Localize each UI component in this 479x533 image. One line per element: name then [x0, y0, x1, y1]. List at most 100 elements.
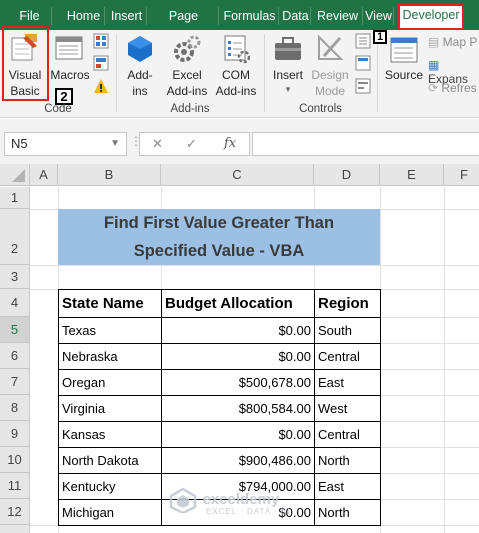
design-mode-icon	[318, 34, 344, 60]
formula-bar: N5 ▼ ⋮ ✕ ✓ fx	[0, 119, 479, 167]
cell-state[interactable]: Kansas	[58, 421, 162, 448]
map-properties-button[interactable]: ▤ Map P	[428, 35, 477, 49]
xml-source-icon	[390, 37, 418, 63]
properties-icon[interactable]	[355, 33, 371, 49]
column-header-c[interactable]: C	[161, 164, 314, 186]
row-header-5[interactable]: 5	[0, 317, 30, 343]
header-state-name[interactable]: State Name	[58, 289, 162, 318]
enter-icon[interactable]: ✓	[186, 136, 197, 152]
name-box[interactable]: N5 ▼	[4, 132, 127, 156]
add-ins-button[interactable]: Add- ins	[120, 30, 160, 100]
row-header-7[interactable]: 7	[0, 369, 30, 395]
map-properties-label: Map P	[442, 35, 478, 49]
name-box-value: N5	[11, 136, 28, 151]
column-header-a[interactable]: A	[30, 164, 58, 186]
row-header-9[interactable]: 9	[0, 421, 30, 447]
tab-developer[interactable]: Developer	[398, 4, 464, 30]
table-row: Nebraska $0.00 Central	[58, 343, 381, 370]
watermark-tagline: EXCEL · DATA · BI	[206, 507, 291, 516]
chevron-down-icon: ▾	[285, 84, 291, 94]
formula-input[interactable]	[252, 132, 479, 156]
tab-formulas[interactable]: Formulas	[221, 7, 279, 25]
cell-state[interactable]: North Dakota	[58, 447, 162, 474]
cell-state[interactable]: Virginia	[58, 395, 162, 422]
insert-controls-label: Insert	[272, 68, 303, 82]
tab-review[interactable]: Review	[313, 7, 363, 25]
row-header-2[interactable]: 2	[0, 209, 30, 265]
chevron-down-icon[interactable]: ▼	[110, 133, 120, 155]
cell-state[interactable]: Texas	[58, 317, 162, 344]
group-separator	[264, 34, 265, 112]
add-ins-label-1: Add-	[127, 68, 153, 82]
refresh-data-button[interactable]: ⟳ Refres	[428, 81, 477, 95]
source-button[interactable]: Source	[382, 30, 426, 100]
cell-state[interactable]: Oregan	[58, 369, 162, 396]
cell-state[interactable]: Michigan	[58, 499, 162, 526]
row-header-6[interactable]: 6	[0, 343, 30, 369]
add-ins-group-label: Add-ins	[170, 103, 210, 115]
cell-budget[interactable]: $900,486.00	[161, 447, 315, 474]
cell-budget[interactable]: $500,678.00	[161, 369, 315, 396]
ribbon-developer: Visual Basic Macros 2 Code Add- ins Exce…	[0, 26, 479, 118]
excel-add-ins-button[interactable]: Excel Add-ins	[163, 30, 211, 100]
cell-budget[interactable]: $800,584.00	[161, 395, 315, 422]
tab-insert[interactable]: Insert	[107, 7, 147, 25]
tab-view[interactable]: View	[364, 7, 394, 25]
insert-controls-button[interactable]: Insert ▾	[268, 30, 308, 100]
cancel-icon[interactable]: ✕	[152, 136, 163, 152]
row-header-11[interactable]: 11	[0, 473, 30, 499]
com-add-ins-button[interactable]: COM Add-ins	[212, 30, 260, 100]
cell-budget[interactable]: $0.00	[161, 317, 315, 344]
row-header-3[interactable]: 3	[0, 265, 30, 289]
design-mode-button[interactable]: Design Mode	[308, 30, 352, 100]
select-all-corner[interactable]	[0, 164, 30, 186]
refresh-data-label: Refres	[441, 81, 477, 95]
row-header-12[interactable]: 12	[0, 499, 30, 525]
record-macro-icon[interactable]	[93, 33, 109, 49]
insert-function-icon[interactable]: fx	[224, 136, 236, 151]
code-group-label: Code	[44, 103, 72, 115]
store-icon	[128, 36, 152, 62]
row-header-4[interactable]: 4	[0, 289, 30, 317]
watermark-logo-icon	[169, 487, 197, 515]
row-header-8[interactable]: 8	[0, 395, 30, 421]
tab-page-layout[interactable]: Page Layout	[149, 7, 219, 25]
row-header-13[interactable]	[0, 525, 30, 533]
table-row: Texas $0.00 South	[58, 317, 381, 344]
cell-budget[interactable]: $0.00	[161, 421, 315, 448]
table-row: Virginia $800,584.00 West	[58, 395, 381, 422]
column-header-b[interactable]: B	[58, 164, 161, 186]
toolbox-icon	[275, 37, 301, 60]
macro-security-icon[interactable]	[93, 78, 109, 94]
relative-references-icon[interactable]	[93, 55, 109, 71]
cell-region[interactable]: East	[314, 369, 381, 396]
macros-icon	[55, 36, 83, 60]
column-header-e[interactable]: E	[380, 164, 444, 186]
cell-region[interactable]: Central	[314, 343, 381, 370]
cell-region[interactable]: North	[314, 447, 381, 474]
cell-state[interactable]: Kentucky	[58, 473, 162, 500]
view-code-icon[interactable]	[355, 55, 371, 71]
cell-region[interactable]: South	[314, 317, 381, 344]
formula-buttons: ✕ ✓ fx	[139, 132, 250, 156]
cell-state[interactable]: Nebraska	[58, 343, 162, 370]
header-budget-allocation[interactable]: Budget Allocation	[161, 289, 315, 318]
header-region[interactable]: Region	[314, 289, 381, 318]
design-mode-label-1: Design	[311, 68, 349, 82]
column-header-d[interactable]: D	[314, 164, 380, 186]
tab-home[interactable]: Home	[63, 7, 105, 25]
sheet-title-cell[interactable]: Find First Value Greater Than Specified …	[58, 209, 380, 265]
cell-region[interactable]: East	[314, 473, 381, 500]
cell-region[interactable]: Central	[314, 421, 381, 448]
watermark: exceldemy EXCEL · DATA · BI	[168, 487, 289, 516]
excel-add-ins-label-1: Excel	[172, 68, 202, 82]
row-header-10[interactable]: 10	[0, 447, 30, 473]
com-add-ins-label-1: COM	[222, 68, 250, 82]
column-header-f[interactable]: F	[444, 164, 479, 186]
row-header-1[interactable]: 1	[0, 187, 30, 209]
tab-file[interactable]: File	[8, 7, 52, 25]
cell-budget[interactable]: $0.00	[161, 343, 315, 370]
cell-region[interactable]: West	[314, 395, 381, 422]
tab-data[interactable]: Data	[281, 7, 311, 25]
run-dialog-icon[interactable]	[355, 78, 371, 94]
